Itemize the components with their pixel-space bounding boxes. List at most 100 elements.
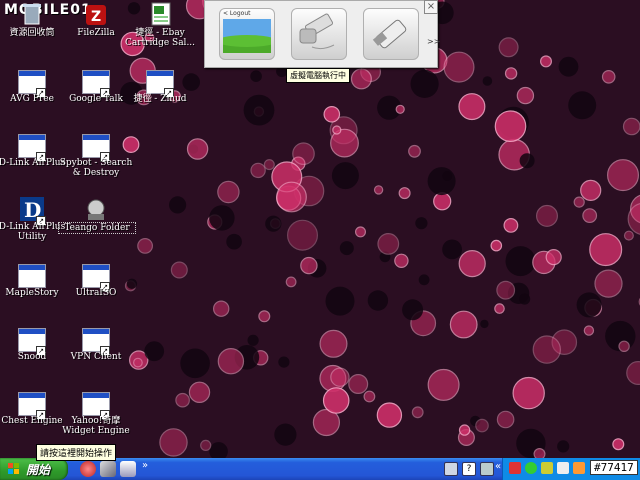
wallpaper-bubble xyxy=(188,381,211,403)
wallpaper-bubble xyxy=(398,187,411,200)
wallpaper-bubble xyxy=(217,348,245,375)
desktop-icon-dlink-airplus[interactable]: ↗ D-Link AirPlus xyxy=(0,130,65,190)
start-tooltip: 請按這裡開始操作 xyxy=(36,444,117,461)
usb-drive-icon xyxy=(299,13,335,50)
wallpaper-bubble xyxy=(209,205,235,231)
wallpaper-bubble xyxy=(395,104,405,114)
wallpaper-bubble xyxy=(576,292,602,318)
wallpaper-bubble xyxy=(367,290,389,311)
wallpaper-bubble xyxy=(402,299,424,321)
desktop-icon-dlink-utility[interactable]: D ↗ D-Link AirPlus Utility xyxy=(0,194,65,254)
wallpaper-bubble xyxy=(558,56,579,77)
network-tray-icon[interactable] xyxy=(480,462,494,476)
launcher-tooltip: 虛擬電腦執行中 xyxy=(286,68,350,83)
excel-shortcut-icon xyxy=(146,2,174,28)
desktop-icon-filezilla[interactable]: Z FileZilla xyxy=(64,0,128,60)
shield-icon[interactable] xyxy=(573,462,585,474)
wallpaper-bubble xyxy=(411,406,424,419)
start-button[interactable]: 開始 xyxy=(0,458,68,480)
launcher-close-button[interactable]: × xyxy=(424,0,438,14)
launcher-more-button[interactable]: >> xyxy=(427,37,440,46)
wallpaper-bubble xyxy=(458,424,471,436)
wallpaper-bubble xyxy=(494,110,527,142)
wallpaper-bubble xyxy=(532,335,562,364)
wallpaper-bubble xyxy=(373,185,384,195)
wallpaper-bubble xyxy=(503,217,519,233)
desktop-icon-avg[interactable]: ↗ AVG Free xyxy=(0,66,64,126)
desktop[interactable]: MOBILE01 資源回收筒 Z FileZilla 捷徑 - Ebay Car… xyxy=(0,0,640,458)
launcher-desktop-button[interactable]: < Logout xyxy=(219,8,275,60)
wallpaper-bubble xyxy=(170,261,188,279)
desktop-icon-zmud[interactable]: ↗ 捷徑 - Zmud xyxy=(128,66,192,126)
media-icon[interactable] xyxy=(120,461,136,477)
wallpaper-bubble xyxy=(410,69,439,98)
app-window-icon: ↗ xyxy=(18,132,46,162)
app-window-icon: ↗ xyxy=(18,68,46,98)
wallpaper-bubble xyxy=(250,70,262,82)
virtual-pc-launcher: < Logout >> xyxy=(204,0,440,68)
filezilla-icon: Z xyxy=(82,2,110,28)
wallpaper-bubble xyxy=(512,376,545,410)
wallpaper-bubble xyxy=(433,192,452,211)
wallpaper-bubble xyxy=(490,239,503,252)
wallpaper-bubble xyxy=(292,142,315,165)
wallpaper-bubble xyxy=(226,233,242,250)
desktop-icon-ebay[interactable]: 捷徑 - Ebay Cartridge Sal... xyxy=(125,0,195,60)
wallpaper-bubble xyxy=(427,368,460,401)
desktop-icon-recycle-bin[interactable]: 資源回收筒 xyxy=(0,0,64,60)
wallpaper-bubble xyxy=(505,246,536,277)
wallpaper-bubble xyxy=(175,392,190,408)
logout-label[interactable]: < Logout xyxy=(223,10,250,17)
wallpaper-bubble xyxy=(137,237,154,254)
wallpaper-bubble xyxy=(496,410,515,429)
wallpaper-bubble xyxy=(217,180,240,204)
quicklaunch-more-button[interactable]: » xyxy=(142,460,148,471)
security-icon[interactable] xyxy=(541,462,553,474)
icon-label: Teango Folder xyxy=(58,222,136,234)
icon-label: Spybot - Search & Destroy xyxy=(59,158,133,178)
wallpaper-bubble xyxy=(568,91,597,120)
icon-label: UltraISO xyxy=(75,288,117,298)
wallpaper-bubble xyxy=(580,179,602,201)
antivirus-icon[interactable] xyxy=(509,462,521,474)
desktop-icon-vpn-client[interactable]: ↗ VPN Client xyxy=(64,324,128,384)
wallpaper-bubble xyxy=(519,153,535,169)
windows-flag-icon xyxy=(8,463,19,474)
wallpaper-bubble xyxy=(482,76,493,86)
wallpaper-bubble xyxy=(339,241,354,256)
wallpaper-bubble xyxy=(363,390,376,403)
wallpaper-bubble xyxy=(169,196,187,214)
desktop-icon-ultraiso[interactable]: ↗ UltraISO xyxy=(64,260,128,320)
desktop-icon-chest-engine[interactable]: ↗ Chest Engine xyxy=(0,388,64,448)
desktop-icon-spybot[interactable]: ↗ Spybot - Search & Destroy xyxy=(60,130,132,190)
wallpaper-bubble xyxy=(442,171,453,181)
tray-more-button[interactable]: « xyxy=(495,461,501,472)
wallpaper-bubble xyxy=(276,181,307,213)
dlink-icon: D ↗ xyxy=(18,196,46,226)
messenger-icon[interactable] xyxy=(525,462,537,474)
launcher-usb-drive-button[interactable] xyxy=(291,8,347,60)
wallpaper-bubble xyxy=(458,93,486,121)
help-icon[interactable]: ? xyxy=(462,462,476,476)
app-window-icon: ↗ xyxy=(82,262,110,292)
browser-icon[interactable] xyxy=(80,461,96,477)
speaker-icon[interactable] xyxy=(557,462,569,474)
wallpaper-bubble xyxy=(332,125,342,135)
wallpaper-bubble xyxy=(200,439,212,451)
wallpaper-bubble xyxy=(263,159,275,171)
app-window-icon: ↗ xyxy=(82,326,110,356)
icon-label: VPN Client xyxy=(70,352,122,362)
desktop-icon-snood[interactable]: ↗ Snood xyxy=(0,324,64,384)
wallpaper-bubble xyxy=(583,325,595,336)
desktop-icon-yahoo-widget[interactable]: ↗ Yahoo!奇摩 Widget Engine xyxy=(62,388,130,448)
desktop-icon-google-talk[interactable]: ↗ Google Talk xyxy=(64,66,128,126)
network-icon[interactable] xyxy=(100,461,116,477)
launcher-usb-key-button[interactable] xyxy=(363,8,419,60)
wallpaper-bubble xyxy=(330,367,350,387)
desktop-icon-maplestory[interactable]: MapleStory xyxy=(0,260,64,320)
monitor-icon[interactable] xyxy=(444,462,458,476)
wallpaper-bubble xyxy=(622,117,640,136)
wallpaper-bubble xyxy=(494,303,505,314)
wallpaper-bubble xyxy=(612,438,625,451)
desktop-icon-teango-folder[interactable]: Teango Folder xyxy=(58,194,136,254)
